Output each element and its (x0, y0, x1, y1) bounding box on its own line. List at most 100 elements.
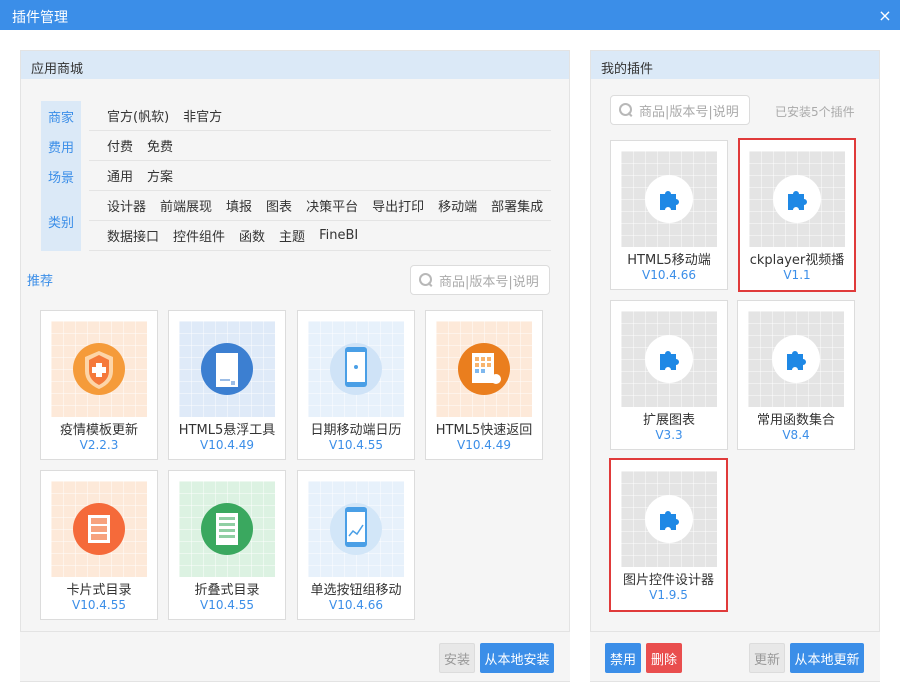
card-thumbnail (621, 471, 717, 567)
filter-option[interactable]: 数据接口 (107, 226, 159, 245)
card-version: V10.4.55 (199, 598, 254, 612)
filter-option[interactable]: 部署集成 (491, 196, 543, 215)
install-local-button[interactable]: 从本地安装 (480, 643, 554, 673)
store-card[interactable]: HTML5快速返回 V10.4.49 (425, 310, 543, 460)
search-icon (419, 273, 433, 287)
card-thumbnail (51, 481, 147, 577)
filter-option[interactable]: 控件组件 (173, 226, 225, 245)
card-version: V10.4.49 (456, 438, 511, 452)
filter-label-category: 类别 (41, 191, 81, 251)
filter-option[interactable]: 主题 (279, 226, 305, 245)
plugin-card[interactable]: 扩展图表 V3.3 (610, 300, 728, 450)
plugin-card[interactable]: 常用函数集合 V8.4 (737, 300, 855, 450)
filter-option[interactable]: 设计器 (107, 196, 146, 215)
filter-options-fee: 付费 免费 (89, 131, 551, 161)
card-version: V10.4.55 (71, 598, 126, 612)
store-card[interactable]: 卡片式目录 V10.4.55 (40, 470, 158, 620)
delete-button[interactable]: 删除 (646, 643, 682, 673)
card-version: V10.4.55 (328, 438, 383, 452)
filter-options-category: 设计器 前端展现 填报 图表 决策平台 导出打印 移动端 部署集成 (89, 191, 551, 221)
install-button[interactable]: 安装 (439, 643, 475, 673)
cards-icon (73, 503, 125, 555)
search-placeholder: 商品|版本号|说明 (439, 274, 539, 290)
filter-option[interactable]: 填报 (226, 196, 252, 215)
card-name: HTML5悬浮工具 (178, 423, 276, 438)
plugin-card[interactable]: HTML5移动端 V10.4.66 (610, 140, 728, 290)
filter-option[interactable]: 前端展现 (160, 196, 212, 215)
list-icon (201, 503, 253, 555)
filter-option[interactable]: 通用 (107, 166, 133, 185)
card-version: V1.1 (783, 268, 811, 282)
card-name: 图片控件设计器 (622, 573, 714, 588)
filter-option[interactable]: 导出打印 (372, 196, 424, 215)
card-thumbnail (748, 311, 844, 407)
card-thumbnail (621, 311, 717, 407)
installed-count: 已安装5个插件 (775, 105, 855, 119)
filter-options-category-2: 数据接口 控件组件 函数 主题 FineBI (89, 221, 551, 251)
filter-row-category: 类别 设计器 前端展现 填报 图表 决策平台 导出打印 移动端 部署集成 数据接… (41, 191, 551, 251)
filter-option[interactable]: 官方(帆软) (107, 106, 169, 125)
filter-options-scene: 通用 方案 (89, 161, 551, 191)
document-icon (201, 343, 253, 395)
disable-button[interactable]: 禁用 (605, 643, 641, 673)
my-plugins-footer: 禁用 删除 更新 从本地更新 (590, 631, 880, 681)
card-name: 单选按钮组移动 (310, 583, 402, 598)
close-icon[interactable]: × (870, 0, 900, 30)
window-title: 插件管理 (12, 10, 68, 26)
puzzle-icon (660, 191, 679, 210)
card-name: 日期移动端日历 (310, 423, 402, 438)
filter-option[interactable]: 方案 (147, 166, 173, 185)
filter-option[interactable]: 图表 (266, 196, 292, 215)
store-search-input[interactable]: 商品|版本号|说明 (410, 265, 550, 295)
plugin-card-selected[interactable]: 图片控件设计器 V1.9.5 (609, 458, 728, 612)
filter-option[interactable]: 免费 (147, 136, 173, 155)
puzzle-icon (788, 191, 807, 210)
card-name: ckplayer视频播 (749, 253, 845, 268)
card-version: V10.4.66 (328, 598, 383, 612)
store-card[interactable]: 疫情模板更新 V2.2.3 (40, 310, 158, 460)
card-version: V1.9.5 (649, 588, 688, 602)
card-thumbnail (308, 321, 404, 417)
card-name: HTML5移动端 (627, 253, 711, 268)
filter-label-merchant: 商家 (41, 101, 81, 131)
filter-label-fee: 费用 (41, 131, 81, 161)
store-card[interactable]: 日期移动端日历 V10.4.55 (297, 310, 415, 460)
card-name: 卡片式目录 (66, 583, 132, 598)
filter-label-scene: 场景 (41, 161, 81, 191)
phone-icon (330, 343, 382, 395)
card-thumbnail (51, 321, 147, 417)
filter-options-merchant: 官方(帆软) 非官方 (89, 101, 551, 131)
store-card[interactable]: HTML5悬浮工具 V10.4.49 (168, 310, 286, 460)
plugin-card-selected[interactable]: ckplayer视频播 V1.1 (738, 138, 856, 292)
card-thumbnail (749, 151, 845, 247)
card-name: 折叠式目录 (194, 583, 260, 598)
card-thumbnail (621, 151, 717, 247)
card-thumbnail (179, 321, 275, 417)
my-plugins-search-input[interactable]: 商品|版本号|说明 (610, 95, 750, 125)
recommend-label: 推荐 (27, 274, 54, 289)
card-name: 常用函数集合 (756, 413, 835, 428)
search-icon (619, 103, 633, 117)
update-button[interactable]: 更新 (749, 643, 785, 673)
my-plugins-title: 我的插件 (591, 51, 879, 79)
card-version: V10.4.49 (199, 438, 254, 452)
filter-option[interactable]: 付费 (107, 136, 133, 155)
filter-option[interactable]: 函数 (239, 226, 265, 245)
app-store-title: 应用商城 (21, 51, 569, 79)
title-bar: 插件管理 × (0, 0, 900, 30)
card-thumbnail (436, 321, 532, 417)
shield-icon (73, 343, 125, 395)
store-card[interactable]: 折叠式目录 V10.4.55 (168, 470, 286, 620)
update-local-button[interactable]: 从本地更新 (790, 643, 864, 673)
filter-option[interactable]: 非官方 (183, 106, 222, 125)
filter-row-merchant: 商家 官方(帆软) 非官方 (41, 101, 551, 131)
store-footer: 安装 从本地安装 (20, 631, 570, 681)
filter-option[interactable]: 移动端 (438, 196, 477, 215)
card-version: V2.2.3 (79, 438, 119, 452)
card-name: 扩展图表 (642, 413, 695, 428)
card-name: HTML5快速返回 (435, 423, 533, 438)
filter-option[interactable]: FineBI (319, 228, 358, 243)
card-thumbnail (179, 481, 275, 577)
filter-option[interactable]: 决策平台 (306, 196, 358, 215)
store-card[interactable]: 单选按钮组移动 V10.4.66 (297, 470, 415, 620)
